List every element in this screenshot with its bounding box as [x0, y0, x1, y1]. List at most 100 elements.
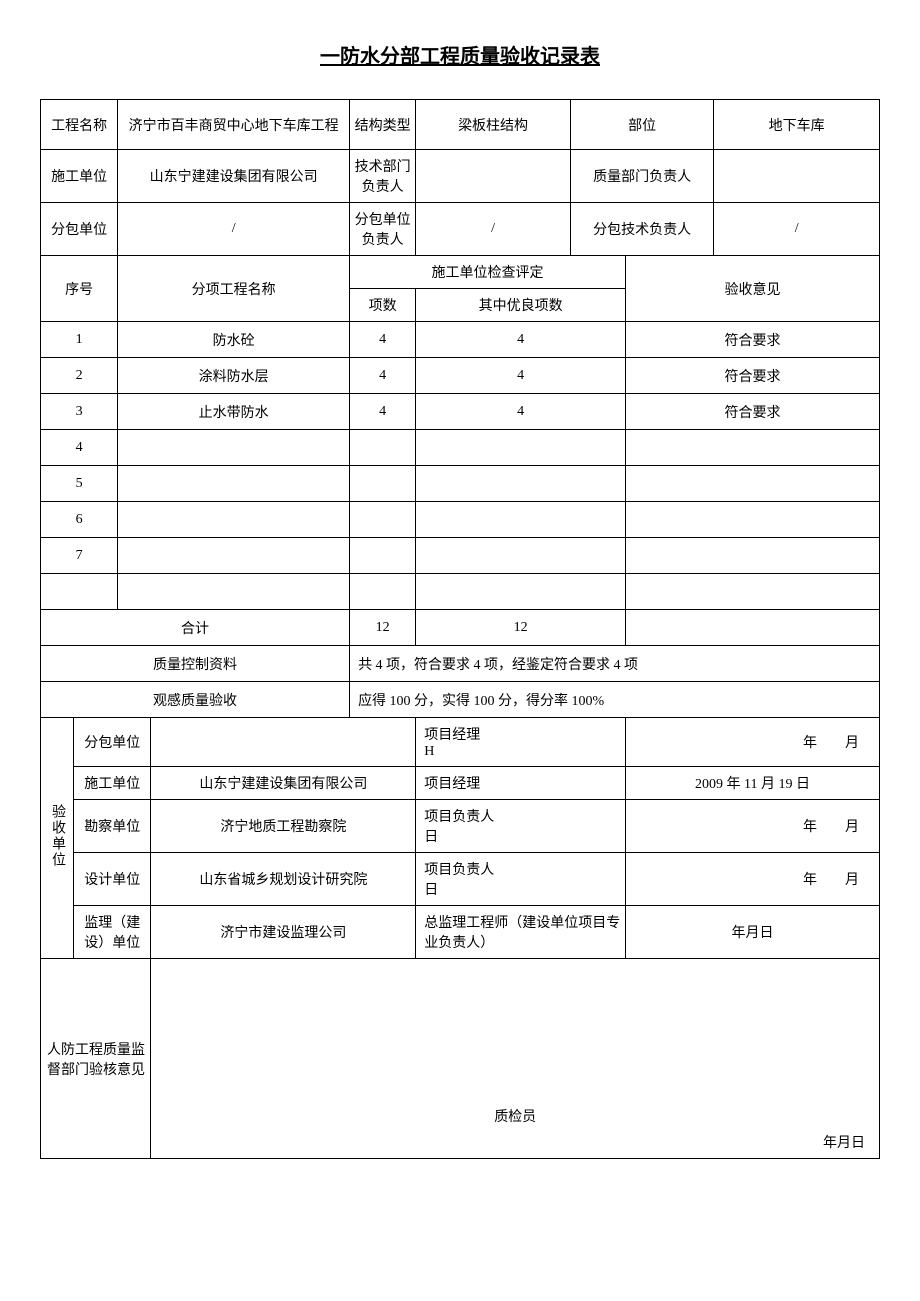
- au-survey-label: 勘察单位: [74, 800, 151, 853]
- cell-seq: 1: [41, 322, 118, 358]
- cell-count: [350, 430, 416, 466]
- cell-excellent: [416, 538, 626, 574]
- au-construction-date: 2009 年 11 月 19 日: [626, 767, 880, 800]
- cell-opinion: [626, 466, 880, 502]
- value-tech-head: [416, 150, 571, 203]
- totals-label: 合计: [41, 610, 350, 646]
- value-subcontract-tech-head: /: [714, 203, 880, 256]
- visual-quality-label: 观感质量验收: [41, 682, 350, 718]
- cell-count: [350, 466, 416, 502]
- cell-name: [118, 430, 350, 466]
- cell-seq: 7: [41, 538, 118, 574]
- defense-opinion-body: 质检员 年月日: [151, 959, 880, 1159]
- cell-opinion: 符合要求: [626, 322, 880, 358]
- cell-excellent: [416, 466, 626, 502]
- cell-name: 涂料防水层: [118, 358, 350, 394]
- label-construction-unit: 施工单位: [41, 150, 118, 203]
- au-survey-date: 年 月: [626, 800, 880, 853]
- value-subcontract-head: /: [416, 203, 571, 256]
- value-subcontract-unit: /: [118, 203, 350, 256]
- main-table: 工程名称 济宁市百丰商贸中心地下车库工程 结构类型 梁板柱结构 部位 地下车库 …: [40, 99, 880, 1159]
- quality-control-label: 质量控制资料: [41, 646, 350, 682]
- cell-seq: 5: [41, 466, 118, 502]
- defense-opinion-label: 人防工程质量监督部门验核意见: [41, 959, 151, 1159]
- au-subcontract-date: 年 月: [626, 718, 880, 767]
- cell-opinion: [626, 502, 880, 538]
- cell-opinion: [626, 538, 880, 574]
- au-construction-role: 项目经理: [416, 767, 626, 800]
- col-inspection-group: 施工单位检查评定: [350, 256, 626, 289]
- cell-opinion: [626, 430, 880, 466]
- table-row: 5: [41, 466, 880, 502]
- table-row: 6: [41, 502, 880, 538]
- cell-count: 4: [350, 358, 416, 394]
- value-location: 地下车库: [714, 100, 880, 150]
- cell-seq: 3: [41, 394, 118, 430]
- cell-excellent: 4: [416, 394, 626, 430]
- totals-opinion: [626, 610, 880, 646]
- label-tech-head: 技术部门负责人: [350, 150, 416, 203]
- cell-count: [350, 502, 416, 538]
- cell-count: 4: [350, 394, 416, 430]
- label-subcontract-head: 分包单位负责人: [350, 203, 416, 256]
- cell-count: [350, 538, 416, 574]
- table-row: 3 止水带防水 4 4 符合要求: [41, 394, 880, 430]
- cell-seq: 2: [41, 358, 118, 394]
- au-supervision-date: 年月日: [626, 906, 880, 959]
- value-project-name: 济宁市百丰商贸中心地下车库工程: [118, 100, 350, 150]
- au-construction-label: 施工单位: [74, 767, 151, 800]
- table-row: 7: [41, 538, 880, 574]
- label-structure-type: 结构类型: [350, 100, 416, 150]
- cell-excellent: 4: [416, 322, 626, 358]
- col-excellent: 其中优良项数: [416, 289, 626, 322]
- inspector-label: 质检员: [155, 1106, 875, 1126]
- au-design-role: 项目负责人 日: [416, 853, 626, 906]
- cell-name: [118, 538, 350, 574]
- table-row: 1 防水砼 4 4 符合要求: [41, 322, 880, 358]
- table-row: 4: [41, 430, 880, 466]
- cell-seq: 4: [41, 430, 118, 466]
- page-title: 一防水分部工程质量验收记录表: [40, 40, 880, 69]
- col-seq: 序号: [41, 256, 118, 322]
- au-subcontract-role: 项目经理 H: [416, 718, 626, 767]
- cell-count: 4: [350, 322, 416, 358]
- au-subcontract-value: [151, 718, 416, 767]
- value-construction-unit: 山东宁建建设集团有限公司: [118, 150, 350, 203]
- cell-excellent: 4: [416, 358, 626, 394]
- col-opinion: 验收意见: [626, 256, 880, 322]
- label-subcontract-unit: 分包单位: [41, 203, 118, 256]
- au-supervision-label: 监理（建设）单位: [74, 906, 151, 959]
- au-survey-role: 项目负责人 日: [416, 800, 626, 853]
- quality-control-value: 共 4 项，符合要求 4 项，经鉴定符合要求 4 项: [350, 646, 880, 682]
- cell-opinion: 符合要求: [626, 394, 880, 430]
- cell-name: 止水带防水: [118, 394, 350, 430]
- cell-seq: 6: [41, 502, 118, 538]
- cell-name: [118, 502, 350, 538]
- au-construction-value: 山东宁建建设集团有限公司: [151, 767, 416, 800]
- cell-excellent: [416, 502, 626, 538]
- col-subitem: 分项工程名称: [118, 256, 350, 322]
- table-row-empty: [41, 574, 880, 610]
- cell-name: 防水砼: [118, 322, 350, 358]
- au-subcontract-label: 分包单位: [74, 718, 151, 767]
- label-location: 部位: [570, 100, 714, 150]
- value-quality-head: [714, 150, 880, 203]
- acceptance-units-group: 验收单位: [41, 718, 74, 959]
- cell-opinion: 符合要求: [626, 358, 880, 394]
- value-structure-type: 梁板柱结构: [416, 100, 571, 150]
- cell-name: [118, 466, 350, 502]
- label-quality-head: 质量部门负责人: [570, 150, 714, 203]
- label-subcontract-tech-head: 分包技术负责人: [570, 203, 714, 256]
- table-row: 2 涂料防水层 4 4 符合要求: [41, 358, 880, 394]
- label-project-name: 工程名称: [41, 100, 118, 150]
- au-design-label: 设计单位: [74, 853, 151, 906]
- cell-excellent: [416, 430, 626, 466]
- au-supervision-role: 总监理工程师（建设单位项目专业负责人）: [416, 906, 626, 959]
- visual-quality-value: 应得 100 分，实得 100 分，得分率 100%: [350, 682, 880, 718]
- defense-opinion-date: 年月日: [155, 1132, 875, 1152]
- totals-count: 12: [350, 610, 416, 646]
- au-design-value: 山东省城乡规划设计研究院: [151, 853, 416, 906]
- au-design-date: 年 月: [626, 853, 880, 906]
- col-count: 项数: [350, 289, 416, 322]
- totals-excellent: 12: [416, 610, 626, 646]
